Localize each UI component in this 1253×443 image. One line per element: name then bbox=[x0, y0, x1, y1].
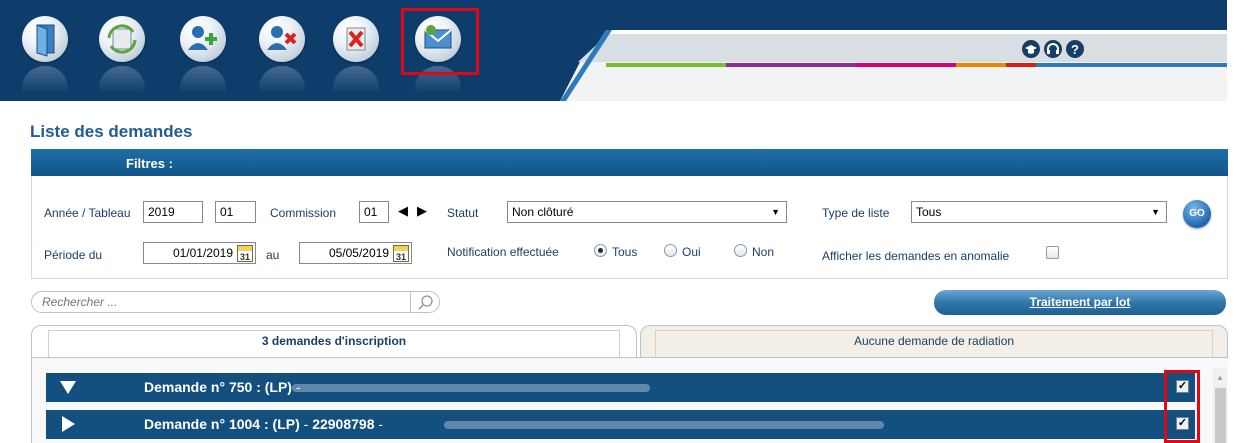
notification-option-non: Non bbox=[752, 245, 775, 259]
anomaly-label: Afficher les demandes en anomalie bbox=[822, 249, 1010, 263]
exit-door-icon bbox=[36, 24, 55, 57]
notification-label: Notification effectuée bbox=[447, 245, 559, 259]
list-type-label: Type de liste bbox=[822, 206, 890, 220]
period-from-value: 01/01/2019 bbox=[172, 246, 233, 260]
search-icon[interactable] bbox=[410, 291, 440, 313]
period-from-input[interactable]: 01/01/2019 31 bbox=[143, 242, 256, 264]
period-label: Période du bbox=[44, 248, 103, 262]
chevron-down-icon: ▼ bbox=[771, 207, 780, 217]
go-button[interactable]: GO bbox=[1183, 200, 1211, 228]
add-user-icon bbox=[188, 26, 217, 50]
support-headset-icon[interactable] bbox=[1044, 40, 1062, 58]
request-row[interactable]: Demande n° 750 : (LP) - ✓ bbox=[46, 373, 1195, 402]
redacted-applicant-info bbox=[292, 384, 650, 392]
collapsed-triangle-icon[interactable] bbox=[58, 414, 78, 434]
graduation-cap-icon[interactable] bbox=[1022, 40, 1040, 58]
request-reference: 22908798 bbox=[312, 416, 375, 432]
filters-header bbox=[31, 149, 1228, 176]
header-stripe-purple bbox=[726, 63, 856, 67]
add-user-button[interactable] bbox=[180, 16, 226, 62]
page-title: Liste des demandes bbox=[30, 122, 193, 141]
period-to-input[interactable]: 05/05/2019 31 bbox=[299, 242, 412, 264]
notification-radio-oui[interactable] bbox=[664, 244, 677, 257]
header-stripe-blue bbox=[1036, 63, 1227, 67]
scroll-up-arrow-icon[interactable]: ▲ bbox=[1216, 373, 1224, 382]
notification-option-tous: Tous bbox=[612, 245, 638, 259]
remove-user-icon bbox=[267, 26, 297, 50]
scrollbar-thumb[interactable] bbox=[1215, 388, 1226, 443]
delete-document-icon bbox=[346, 27, 366, 51]
calendar-icon[interactable]: 31 bbox=[237, 245, 253, 262]
tab-inscription-requests[interactable]: 3 demandes d'inscription bbox=[31, 325, 637, 357]
request-number: Demande n° 1004 : (LP) bbox=[144, 416, 300, 432]
checkbox-highlight-box bbox=[1164, 370, 1200, 443]
refresh-icon bbox=[107, 24, 137, 54]
notification-radio-tous[interactable] bbox=[594, 244, 607, 257]
calendar-icon[interactable]: 31 bbox=[393, 245, 409, 262]
redacted-applicant-info bbox=[444, 421, 884, 429]
list-type-select-value: Tous bbox=[916, 205, 942, 219]
help-question-icon[interactable]: ? bbox=[1066, 40, 1084, 58]
request-title: Demande n° 750 : (LP) - bbox=[144, 379, 301, 395]
request-title: Demande n° 1004 : (LP) - 22908798 - bbox=[144, 416, 384, 432]
expanded-triangle-icon[interactable] bbox=[58, 377, 78, 397]
header-stripe-pink bbox=[856, 63, 956, 67]
tab-radiation-requests[interactable]: Aucune demande de radiation bbox=[640, 325, 1228, 357]
status-select-value: Non clôturé bbox=[512, 205, 574, 219]
commission-next-arrow-icon[interactable]: ▶ bbox=[417, 203, 427, 219]
search-input[interactable] bbox=[31, 291, 419, 313]
remove-user-button[interactable] bbox=[259, 16, 305, 62]
commission-input[interactable]: 01 bbox=[359, 201, 389, 223]
delete-document-button[interactable] bbox=[333, 16, 379, 62]
tableau-input[interactable]: 01 bbox=[215, 201, 256, 223]
status-select[interactable]: Non clôturé ▼ bbox=[507, 201, 787, 223]
request-number: Demande n° 750 : (LP) bbox=[144, 379, 292, 395]
app-header: ? bbox=[0, 0, 1253, 101]
commission-label: Commission bbox=[270, 206, 337, 220]
list-type-select[interactable]: Tous ▼ bbox=[911, 201, 1167, 223]
header-stripe-red bbox=[1006, 63, 1036, 67]
period-to-label: au bbox=[266, 248, 280, 262]
header-stripe-orange bbox=[956, 63, 1006, 67]
svg-text:?: ? bbox=[1071, 42, 1079, 57]
commission-prev-arrow-icon[interactable]: ◀ bbox=[398, 203, 408, 219]
notification-option-oui: Oui bbox=[682, 245, 701, 259]
status-label: Statut bbox=[447, 206, 479, 220]
year-label: Année / Tableau bbox=[44, 206, 131, 220]
exit-button[interactable] bbox=[22, 16, 68, 62]
request-row[interactable]: Demande n° 1004 : (LP) - 22908798 - ✓ bbox=[46, 410, 1195, 439]
header-stripe-green bbox=[606, 63, 726, 67]
filters-title: Filtres : bbox=[126, 156, 173, 171]
year-input[interactable]: 2019 bbox=[143, 201, 203, 223]
notification-radio-non[interactable] bbox=[734, 244, 747, 257]
period-to-value: 05/05/2019 bbox=[328, 246, 389, 260]
send-mail-highlight-box bbox=[401, 8, 479, 75]
anomaly-checkbox[interactable] bbox=[1046, 246, 1059, 259]
refresh-button[interactable] bbox=[99, 16, 145, 62]
chevron-down-icon: ▼ bbox=[1151, 207, 1160, 217]
batch-processing-button[interactable]: Traitement par lot bbox=[934, 290, 1226, 315]
